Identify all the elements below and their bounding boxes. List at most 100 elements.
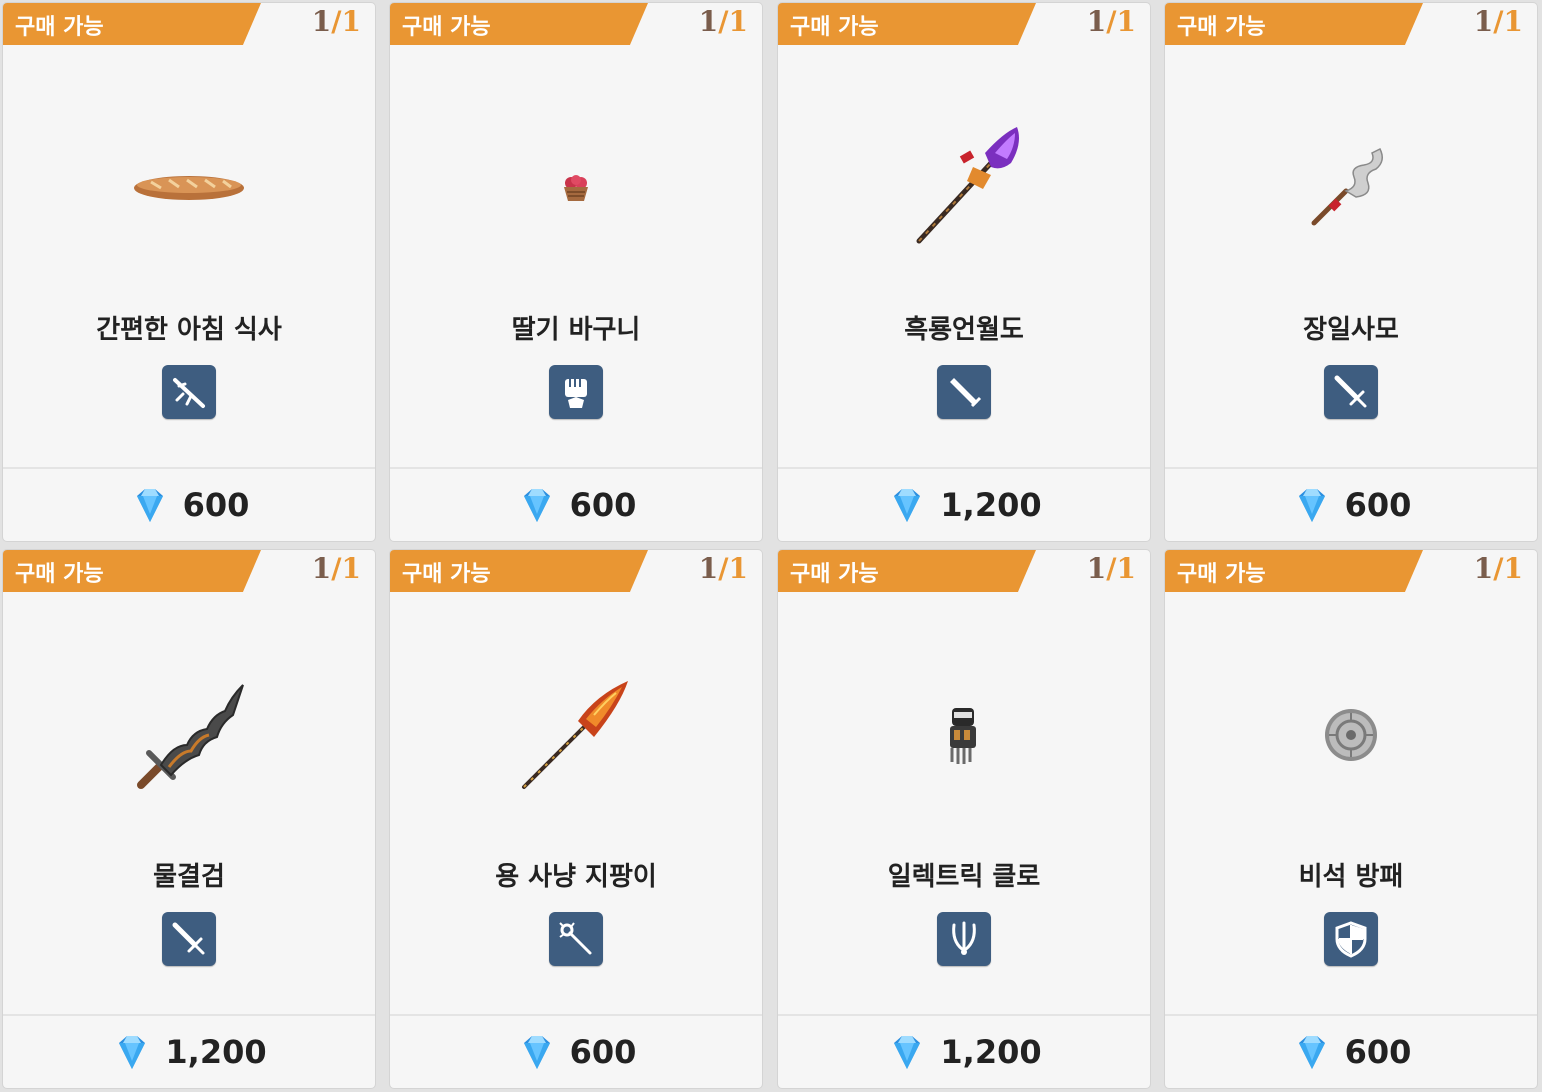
stock-separator: /	[718, 552, 729, 585]
shop-item-card[interactable]: 구매 가능 1/1 물결검 1,200	[3, 550, 375, 1088]
gem-icon	[119, 1036, 146, 1069]
price-row[interactable]: 1,200	[3, 1016, 375, 1088]
stock-counter: 1/1	[1474, 5, 1523, 38]
item-image	[778, 620, 1150, 850]
stock-max: 1	[341, 552, 361, 585]
stock-separator: /	[1493, 5, 1504, 38]
gem-icon	[136, 489, 163, 522]
availability-badge: 구매 가능	[1165, 3, 1423, 45]
glaive-icon	[916, 127, 1019, 244]
price-value: 600	[1344, 1033, 1412, 1071]
snake-spear-icon	[1311, 147, 1383, 226]
shield-icon	[1335, 921, 1367, 958]
price-value: 600	[1344, 486, 1412, 524]
availability-badge: 구매 가능	[778, 550, 1036, 592]
weapon-type-badge	[162, 365, 216, 419]
price-value: 1,200	[165, 1033, 267, 1071]
stock-current: 1	[698, 552, 719, 585]
sword-icon	[172, 922, 205, 955]
stock-max: 1	[1116, 552, 1136, 585]
gem-icon	[894, 489, 921, 522]
price-row[interactable]: 1,200	[778, 469, 1150, 541]
item-name: 비석 방패	[1298, 862, 1404, 892]
availability-label: 구매 가능	[1177, 562, 1266, 587]
stock-current: 1	[311, 5, 332, 38]
price-value: 600	[182, 486, 250, 524]
price-row[interactable]: 600	[390, 469, 762, 541]
claw-gauntlet-icon	[950, 708, 976, 764]
price-row[interactable]: 600	[390, 1016, 762, 1088]
sword-icon	[1334, 375, 1367, 408]
stock-counter: 1/1	[699, 5, 748, 38]
gem-icon	[1298, 1036, 1325, 1069]
weapon-type-badge	[1324, 912, 1378, 966]
stock-current: 1	[1473, 5, 1494, 38]
shop-item-card[interactable]: 구매 가능 1/1 일렉트릭 클로 1,200	[778, 550, 1150, 1088]
availability-badge: 구매 가능	[1165, 550, 1423, 592]
stock-counter: 1/1	[312, 5, 361, 38]
shop-item-card[interactable]: 구매 가능 1/1 비석 방패 600	[1165, 550, 1537, 1088]
price-row[interactable]: 1,200	[778, 1016, 1150, 1088]
stock-max: 1	[728, 552, 748, 585]
stock-current: 1	[1473, 552, 1494, 585]
weapon-type-badge	[937, 912, 991, 966]
gem-icon	[1298, 489, 1325, 522]
shop-item-grid: 구매 가능 1/1 간편한 아침 식사 600 구매 가능 1/1 딸기 바구니…	[0, 0, 1542, 1092]
staff-icon	[559, 922, 592, 955]
price-row[interactable]: 600	[1165, 1016, 1537, 1088]
stock-separator: /	[331, 552, 342, 585]
stock-separator: /	[1106, 5, 1117, 38]
stock-max: 1	[1503, 5, 1523, 38]
fist-icon	[565, 379, 587, 408]
price-value: 600	[569, 486, 637, 524]
stock-separator: /	[331, 5, 342, 38]
weapon-type-badge	[549, 912, 603, 966]
baguette-icon	[134, 176, 244, 200]
rifle-icon	[173, 378, 205, 408]
item-name: 장일사모	[1303, 315, 1399, 345]
shop-item-card[interactable]: 구매 가능 1/1 흑룡언월도 1,200	[778, 3, 1150, 541]
availability-label: 구매 가능	[790, 562, 879, 587]
stock-current: 1	[698, 5, 719, 38]
availability-label: 구매 가능	[15, 15, 104, 40]
availability-badge: 구매 가능	[3, 3, 261, 45]
gem-icon	[894, 1036, 921, 1069]
stock-separator: /	[718, 5, 729, 38]
price-value: 1,200	[940, 1033, 1042, 1071]
stock-max: 1	[1503, 552, 1523, 585]
stock-current: 1	[1086, 5, 1107, 38]
item-image	[1165, 620, 1537, 850]
stone-shield-icon	[1325, 709, 1377, 761]
price-row[interactable]: 600	[3, 469, 375, 541]
item-image	[390, 73, 762, 303]
weapon-type-badge	[1324, 365, 1378, 419]
availability-badge: 구매 가능	[778, 3, 1036, 45]
item-name: 딸기 바구니	[511, 315, 641, 345]
stock-separator: /	[1493, 552, 1504, 585]
price-value: 1,200	[940, 486, 1042, 524]
item-image	[1165, 73, 1537, 303]
strawberry-basket-icon	[564, 175, 588, 201]
gem-icon	[523, 1036, 550, 1069]
price-value: 600	[569, 1033, 637, 1071]
availability-label: 구매 가능	[15, 562, 104, 587]
availability-badge: 구매 가능	[3, 550, 261, 592]
price-row[interactable]: 600	[1165, 469, 1537, 541]
shop-item-card[interactable]: 구매 가능 1/1 장일사모 600	[1165, 3, 1537, 541]
availability-badge: 구매 가능	[390, 3, 648, 45]
stock-max: 1	[728, 5, 748, 38]
item-image	[778, 73, 1150, 303]
shop-item-card[interactable]: 구매 가능 1/1 간편한 아침 식사 600	[3, 3, 375, 541]
stock-separator: /	[1106, 552, 1117, 585]
stock-counter: 1/1	[1087, 5, 1136, 38]
item-name: 흑룡언월도	[904, 315, 1024, 345]
availability-label: 구매 가능	[402, 15, 491, 40]
item-name: 간편한 아침 식사	[96, 315, 282, 345]
shop-item-card[interactable]: 구매 가능 1/1 용 사냥 지팡이 600	[390, 550, 762, 1088]
availability-label: 구매 가능	[1177, 15, 1266, 40]
shop-item-card[interactable]: 구매 가능 1/1 딸기 바구니 600	[390, 3, 762, 541]
item-name: 용 사냥 지팡이	[495, 862, 657, 892]
availability-label: 구매 가능	[402, 562, 491, 587]
stock-current: 1	[1086, 552, 1107, 585]
stock-counter: 1/1	[312, 552, 361, 585]
